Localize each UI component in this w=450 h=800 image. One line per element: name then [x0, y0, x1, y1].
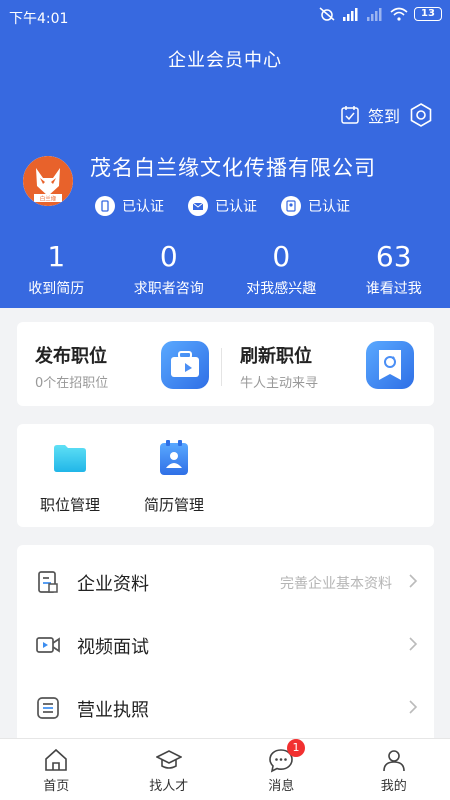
- tab-messages[interactable]: 1 消息: [225, 739, 338, 800]
- calendar-check-icon: [341, 106, 359, 124]
- stat-value: 63: [375, 240, 412, 273]
- resume-icon: [160, 440, 188, 475]
- stat-label: 收到简历: [28, 281, 85, 297]
- stat-interested[interactable]: 0 对我感兴趣: [225, 240, 338, 298]
- wifi-icon: [390, 7, 408, 21]
- signal-weak-icon: [367, 8, 382, 21]
- menu-item-company-info[interactable]: 企业资料 完善企业基本资料: [17, 551, 434, 613]
- status-bar: 下午4:01 13: [0, 0, 450, 32]
- stat-consultations[interactable]: 0 求职者咨询: [113, 240, 226, 298]
- refresh-doc-icon: [366, 341, 414, 389]
- stat-viewers[interactable]: 63 谁看过我: [338, 240, 450, 298]
- message-badge: 1: [287, 739, 305, 757]
- license-doc-icon: [37, 697, 59, 719]
- chevron-right-icon: [409, 700, 418, 714]
- signin-label: 签到: [367, 107, 400, 126]
- briefcase-icon: [161, 341, 209, 389]
- member-header: 下午4:01 13 企业会员中心 签到 白兰缘 茂名白兰缘文化传播有限公司 已认…: [0, 0, 450, 308]
- company-info-icon: [38, 571, 58, 593]
- publish-job-subtitle: 0个在招职位: [35, 376, 109, 391]
- home-icon: [45, 748, 68, 771]
- stat-resumes[interactable]: 1 收到简历: [0, 240, 113, 298]
- settings-icon[interactable]: [408, 102, 434, 128]
- tab-label: 找人才: [149, 779, 189, 794]
- verify-phone: 已认证: [95, 196, 164, 216]
- folder-icon: [54, 445, 86, 472]
- chevron-right-icon: [409, 574, 418, 588]
- stats-row: 1 收到简历 0 求职者咨询 0 对我感兴趣 63 谁看过我: [0, 240, 450, 298]
- battery-icon: 13: [414, 7, 442, 21]
- bottom-tab-bar: 首页 找人才 1 消息 我的: [0, 738, 450, 800]
- license-icon: [281, 196, 301, 216]
- settings-menu: 企业资料 完善企业基本资料 视频面试 营业执照: [17, 545, 434, 740]
- stat-label: 求职者咨询: [133, 281, 204, 297]
- video-icon: [36, 637, 60, 653]
- alarm-off-icon: [319, 7, 335, 21]
- phone-icon: [95, 196, 115, 216]
- stat-label: 对我感兴趣: [246, 281, 317, 297]
- signal-icon: [343, 8, 358, 21]
- menu-item-label: 视频面试: [77, 637, 149, 658]
- verification-list: 已认证 已认证 已认证: [95, 196, 350, 216]
- publish-job-title: 发布职位: [35, 346, 107, 367]
- verify-mail: 已认证: [188, 196, 257, 216]
- mail-icon: [188, 196, 208, 216]
- refresh-job-button[interactable]: 刷新职位 牛人主动来寻: [222, 322, 430, 406]
- menu-item-hint: 完善企业基本资料: [280, 576, 392, 592]
- stat-value: 0: [272, 240, 291, 273]
- chevron-right-icon: [409, 637, 418, 651]
- company-logo: 白兰缘: [23, 156, 73, 206]
- company-name: 茂名白兰缘文化传播有限公司: [90, 156, 376, 180]
- tab-home[interactable]: 首页: [0, 739, 113, 800]
- menu-item-label: 营业执照: [77, 700, 149, 721]
- menu-item-video-interview[interactable]: 视频面试: [17, 614, 434, 676]
- tab-label: 消息: [268, 779, 295, 794]
- logo-text: 白兰缘: [40, 195, 57, 203]
- verify-license-label: 已认证: [308, 199, 350, 215]
- menu-item-business-license[interactable]: 营业执照: [17, 677, 434, 739]
- verify-mail-label: 已认证: [215, 199, 257, 215]
- refresh-job-title: 刷新职位: [240, 346, 312, 367]
- job-management-label: 职位管理: [39, 496, 100, 514]
- verify-phone-label: 已认证: [122, 199, 164, 215]
- resume-management-label: 简历管理: [143, 496, 204, 514]
- page-title: 企业会员中心: [168, 50, 282, 71]
- job-management-button[interactable]: 职位管理: [30, 438, 110, 515]
- management-card: 职位管理 简历管理: [17, 424, 434, 527]
- stat-value: 0: [159, 240, 178, 273]
- tab-mine[interactable]: 我的: [338, 739, 450, 800]
- refresh-job-subtitle: 牛人主动来寻: [240, 376, 319, 391]
- verify-license: 已认证: [281, 196, 350, 216]
- job-actions-card: 发布职位 0个在招职位 刷新职位 牛人主动来寻: [17, 322, 434, 406]
- tab-label: 我的: [380, 779, 407, 794]
- publish-job-button[interactable]: 发布职位 0个在招职位: [17, 322, 225, 406]
- user-icon: [382, 750, 405, 772]
- status-time: 下午4:01: [9, 11, 69, 27]
- resume-management-button[interactable]: 简历管理: [134, 438, 214, 515]
- status-icons: 13: [318, 7, 442, 21]
- signin-button[interactable]: 签到: [340, 102, 434, 128]
- graduation-cap-icon: [155, 750, 182, 769]
- menu-item-label: 企业资料: [77, 574, 149, 595]
- tab-label: 首页: [43, 779, 70, 794]
- stat-value: 1: [47, 240, 66, 273]
- tab-find-talent[interactable]: 找人才: [113, 739, 226, 800]
- stat-label: 谁看过我: [365, 281, 422, 297]
